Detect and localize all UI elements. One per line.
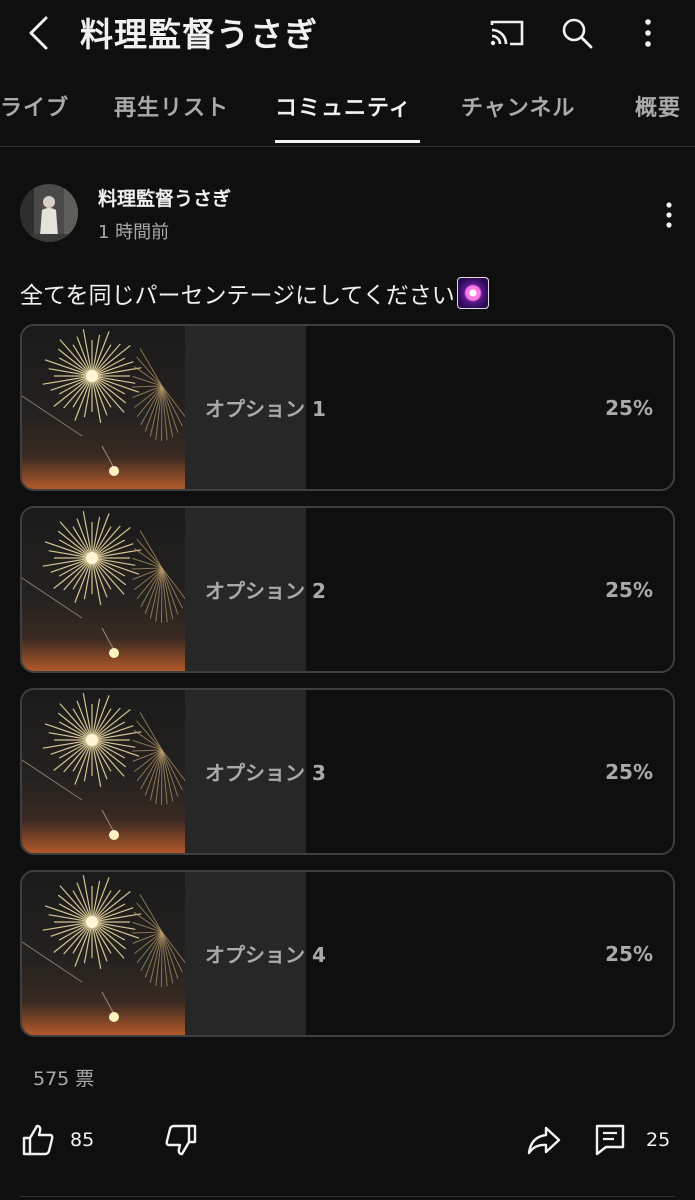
post-text: 全てを同じパーセンテージにしてください [20, 276, 489, 310]
more-vert-icon [666, 202, 672, 228]
post-more-button[interactable] [652, 194, 686, 236]
share-icon [527, 1126, 561, 1155]
post-author-name[interactable]: 料理監督うさぎ [98, 184, 231, 211]
search-button[interactable] [556, 12, 598, 54]
more-options-button[interactable] [627, 12, 669, 54]
channel-title: 料理監督うさぎ [80, 15, 318, 54]
thumb-up-icon [22, 1124, 54, 1156]
like-count: 85 [70, 1129, 95, 1151]
poll-option-image [22, 690, 187, 853]
back-button[interactable] [18, 12, 60, 54]
back-arrow-icon [29, 16, 48, 50]
channel-tabs: ライブ 再生リスト コミュニティ チャンネル 概要 [0, 78, 695, 147]
tab-channels[interactable]: チャンネル [461, 90, 575, 122]
search-icon [562, 18, 593, 49]
share-button[interactable] [526, 1118, 562, 1162]
tab-community[interactable]: コミュニティ [275, 90, 412, 122]
poll-option[interactable]: オプション 1 25% [20, 324, 675, 491]
active-tab-indicator [275, 140, 420, 143]
poll-vote-count: 575 票 [33, 1068, 95, 1090]
poll-option-image [22, 872, 187, 1035]
poll-option[interactable]: オプション 4 25% [20, 870, 675, 1037]
poll-option-image [22, 508, 187, 671]
tab-playlists[interactable]: 再生リスト [114, 90, 229, 122]
poll-option-label: オプション 2 [205, 579, 326, 603]
more-vert-icon [645, 19, 651, 47]
avatar[interactable] [20, 184, 78, 242]
cast-button[interactable] [486, 12, 528, 54]
poll-option-percent: 25% [605, 577, 653, 602]
comments-button[interactable]: 25 [592, 1118, 670, 1162]
like-button[interactable]: 85 [20, 1118, 94, 1162]
post-timestamp: 1 時間前 [98, 222, 170, 243]
divider [20, 1196, 675, 1197]
tab-live[interactable]: ライブ [0, 90, 69, 122]
top-app-bar: 料理監督うさぎ [0, 0, 695, 70]
comment-count: 25 [646, 1129, 671, 1151]
poll-option-label: オプション 4 [205, 943, 326, 967]
post-text-content: 全てを同じパーセンテージにしてください [20, 283, 455, 309]
thumb-down-icon [165, 1124, 197, 1156]
poll-option-percent: 25% [605, 759, 653, 784]
sparkler-emoji-icon [456, 277, 489, 309]
poll-option-percent: 25% [605, 395, 653, 420]
tab-about[interactable]: 概要 [635, 90, 681, 122]
poll-option[interactable]: オプション 3 25% [20, 688, 675, 855]
poll-option[interactable]: オプション 2 25% [20, 506, 675, 673]
dislike-button[interactable] [163, 1118, 199, 1162]
comment-icon [595, 1124, 625, 1156]
poll-option-label: オプション 1 [205, 397, 326, 421]
cast-icon [490, 20, 524, 46]
poll-option-image [22, 326, 187, 489]
poll-option-percent: 25% [605, 941, 653, 966]
poll-option-label: オプション 3 [205, 761, 326, 785]
